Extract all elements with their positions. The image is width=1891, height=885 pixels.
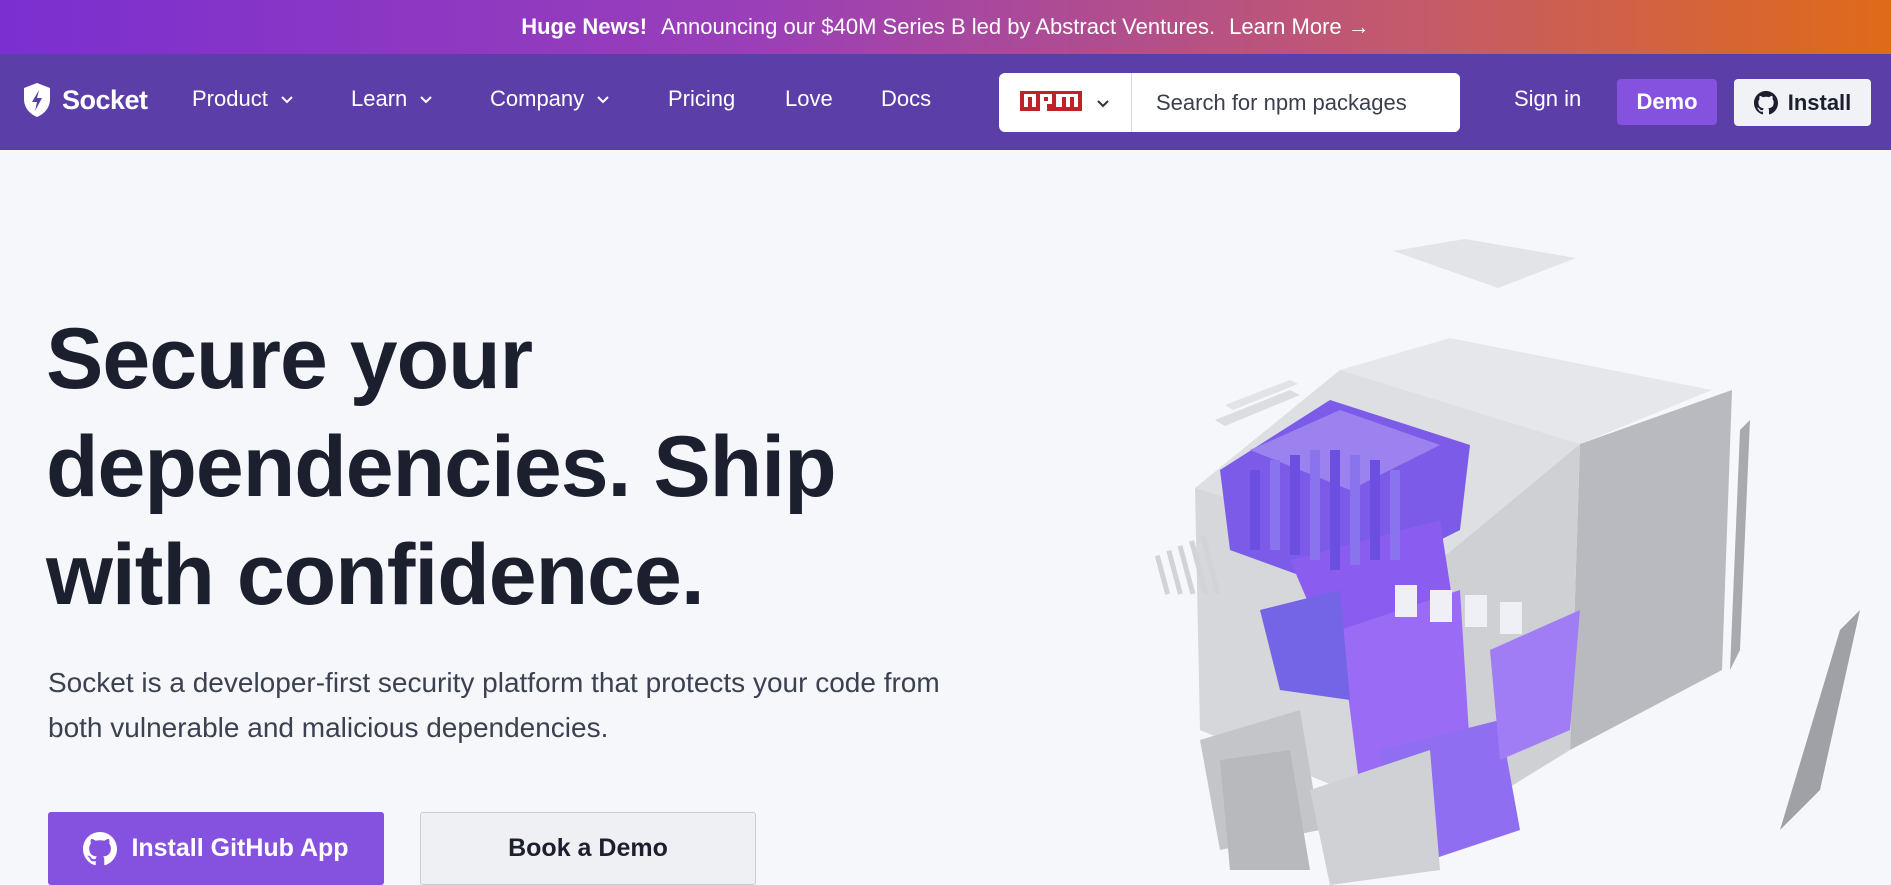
nav-item-product[interactable]: Product (192, 86, 294, 112)
brand-logo[interactable]: Socket (22, 82, 148, 118)
banner-headline: Huge News! (521, 14, 648, 39)
chevron-down-icon (420, 96, 432, 104)
nav-item-label: Pricing (668, 86, 736, 111)
install-button[interactable]: Install (1734, 79, 1871, 126)
nav-item-label: Learn (351, 86, 408, 111)
hero-cube-illustration (1154, 239, 1860, 885)
banner-learn-more-link[interactable]: Learn More → (1229, 14, 1370, 40)
package-search (999, 73, 1460, 132)
sign-in-link[interactable]: Sign in (1514, 86, 1581, 112)
nav-item-label: Product (192, 86, 268, 111)
socket-shield-icon (24, 83, 50, 117)
hero-subtitle: Socket is a developer-first security pla… (48, 667, 940, 743)
chevron-down-icon (597, 96, 609, 104)
banner-message: Announcing our $40M Series B led by Abst… (661, 14, 1216, 39)
nav-item-label: Company (490, 86, 585, 111)
github-icon (1753, 90, 1778, 114)
install-github-app-label: Install GitHub App (131, 834, 349, 862)
install-github-app-button[interactable]: Install GitHub App (48, 812, 384, 885)
chevron-down-icon (1097, 99, 1109, 107)
brand-name: Socket (62, 84, 148, 115)
nav-item-label: Docs (881, 86, 932, 111)
book-demo-button[interactable]: Book a Demo (420, 812, 756, 885)
github-icon (83, 831, 118, 865)
install-button-label: Install (1787, 89, 1852, 115)
nav-item-pricing[interactable]: Pricing (668, 86, 735, 112)
nav-item-docs[interactable]: Docs (881, 86, 931, 112)
top-navbar: Socket Product Learn Company Pricing Lov… (0, 54, 1891, 150)
nav-item-love[interactable]: Love (785, 86, 833, 112)
announcement-banner: Huge News! Announcing our $40M Series B … (0, 0, 1891, 54)
nav-item-label: Love (785, 86, 833, 111)
search-input[interactable] (1132, 73, 1460, 132)
hero-title: Secure your dependencies. Ship with conf… (46, 311, 837, 623)
npm-logo-icon (1020, 90, 1082, 111)
chevron-down-icon (281, 96, 293, 104)
nav-item-company[interactable]: Company (490, 86, 610, 112)
ecosystem-select[interactable] (999, 73, 1132, 132)
nav-item-learn[interactable]: Learn (351, 86, 433, 112)
demo-button[interactable]: Demo (1617, 79, 1717, 125)
